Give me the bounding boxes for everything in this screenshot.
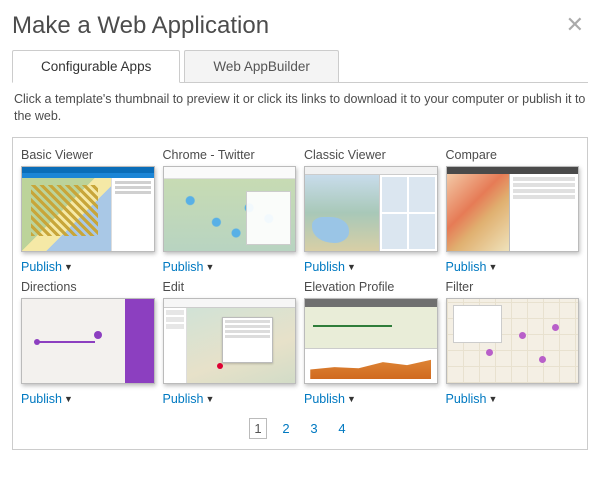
caret-down-icon: ▼ [347, 262, 356, 272]
template-title: Edit [163, 280, 297, 294]
template-card-edit: Edit Publish ▼ [163, 280, 297, 406]
template-title: Basic Viewer [21, 148, 155, 162]
publish-link[interactable]: Publish ▼ [304, 260, 438, 274]
page-3[interactable]: 3 [305, 419, 323, 438]
page-4[interactable]: 4 [333, 419, 351, 438]
template-card-basic-viewer: Basic Viewer Publish ▼ [21, 148, 155, 274]
template-card-elevation-profile: Elevation Profile Publish ▼ [304, 280, 438, 406]
publish-label: Publish [21, 392, 62, 406]
template-thumbnail[interactable] [304, 166, 438, 252]
template-thumbnail[interactable] [446, 298, 580, 384]
template-card-chrome-twitter: Chrome - Twitter Publish ▼ [163, 148, 297, 274]
template-title: Filter [446, 280, 580, 294]
template-thumbnail[interactable] [21, 166, 155, 252]
publish-link[interactable]: Publish ▼ [446, 260, 580, 274]
publish-label: Publish [163, 392, 204, 406]
template-title: Elevation Profile [304, 280, 438, 294]
publish-link[interactable]: Publish ▼ [163, 260, 297, 274]
tab-web-appbuilder[interactable]: Web AppBuilder [184, 50, 339, 82]
template-card-directions: Directions Publish ▼ [21, 280, 155, 406]
template-title: Classic Viewer [304, 148, 438, 162]
caret-down-icon: ▼ [206, 394, 215, 404]
caret-down-icon: ▼ [206, 262, 215, 272]
template-thumbnail[interactable] [21, 298, 155, 384]
publish-link[interactable]: Publish ▼ [21, 260, 155, 274]
publish-label: Publish [163, 260, 204, 274]
publish-link[interactable]: Publish ▼ [304, 392, 438, 406]
publish-label: Publish [304, 392, 345, 406]
publish-link[interactable]: Publish ▼ [446, 392, 580, 406]
template-thumbnail[interactable] [163, 166, 297, 252]
template-thumbnail[interactable] [446, 166, 580, 252]
publish-label: Publish [446, 260, 487, 274]
pagination: 1 2 3 4 [21, 418, 579, 439]
template-card-compare: Compare Publish ▼ [446, 148, 580, 274]
caret-down-icon: ▼ [64, 262, 73, 272]
template-title: Chrome - Twitter [163, 148, 297, 162]
template-gallery: Basic Viewer Publish ▼ Chrome - Twitter … [12, 137, 588, 450]
instructions-text: Click a template's thumbnail to preview … [14, 91, 586, 125]
caret-down-icon: ▼ [64, 394, 73, 404]
publish-label: Publish [446, 392, 487, 406]
tabs: Configurable Apps Web AppBuilder [12, 50, 588, 83]
tab-configurable-apps[interactable]: Configurable Apps [12, 50, 180, 83]
page-2[interactable]: 2 [277, 419, 295, 438]
close-icon[interactable]: ✕ [562, 12, 588, 38]
caret-down-icon: ▼ [347, 394, 356, 404]
dialog-title: Make a Web Application [12, 12, 269, 40]
caret-down-icon: ▼ [489, 262, 498, 272]
template-thumbnail[interactable] [163, 298, 297, 384]
template-title: Directions [21, 280, 155, 294]
page-1: 1 [249, 418, 267, 439]
template-card-filter: Filter Publish ▼ [446, 280, 580, 406]
publish-label: Publish [21, 260, 62, 274]
template-card-classic-viewer: Classic Viewer Publish ▼ [304, 148, 438, 274]
template-title: Compare [446, 148, 580, 162]
caret-down-icon: ▼ [489, 394, 498, 404]
publish-label: Publish [304, 260, 345, 274]
template-thumbnail[interactable] [304, 298, 438, 384]
publish-link[interactable]: Publish ▼ [163, 392, 297, 406]
publish-link[interactable]: Publish ▼ [21, 392, 155, 406]
